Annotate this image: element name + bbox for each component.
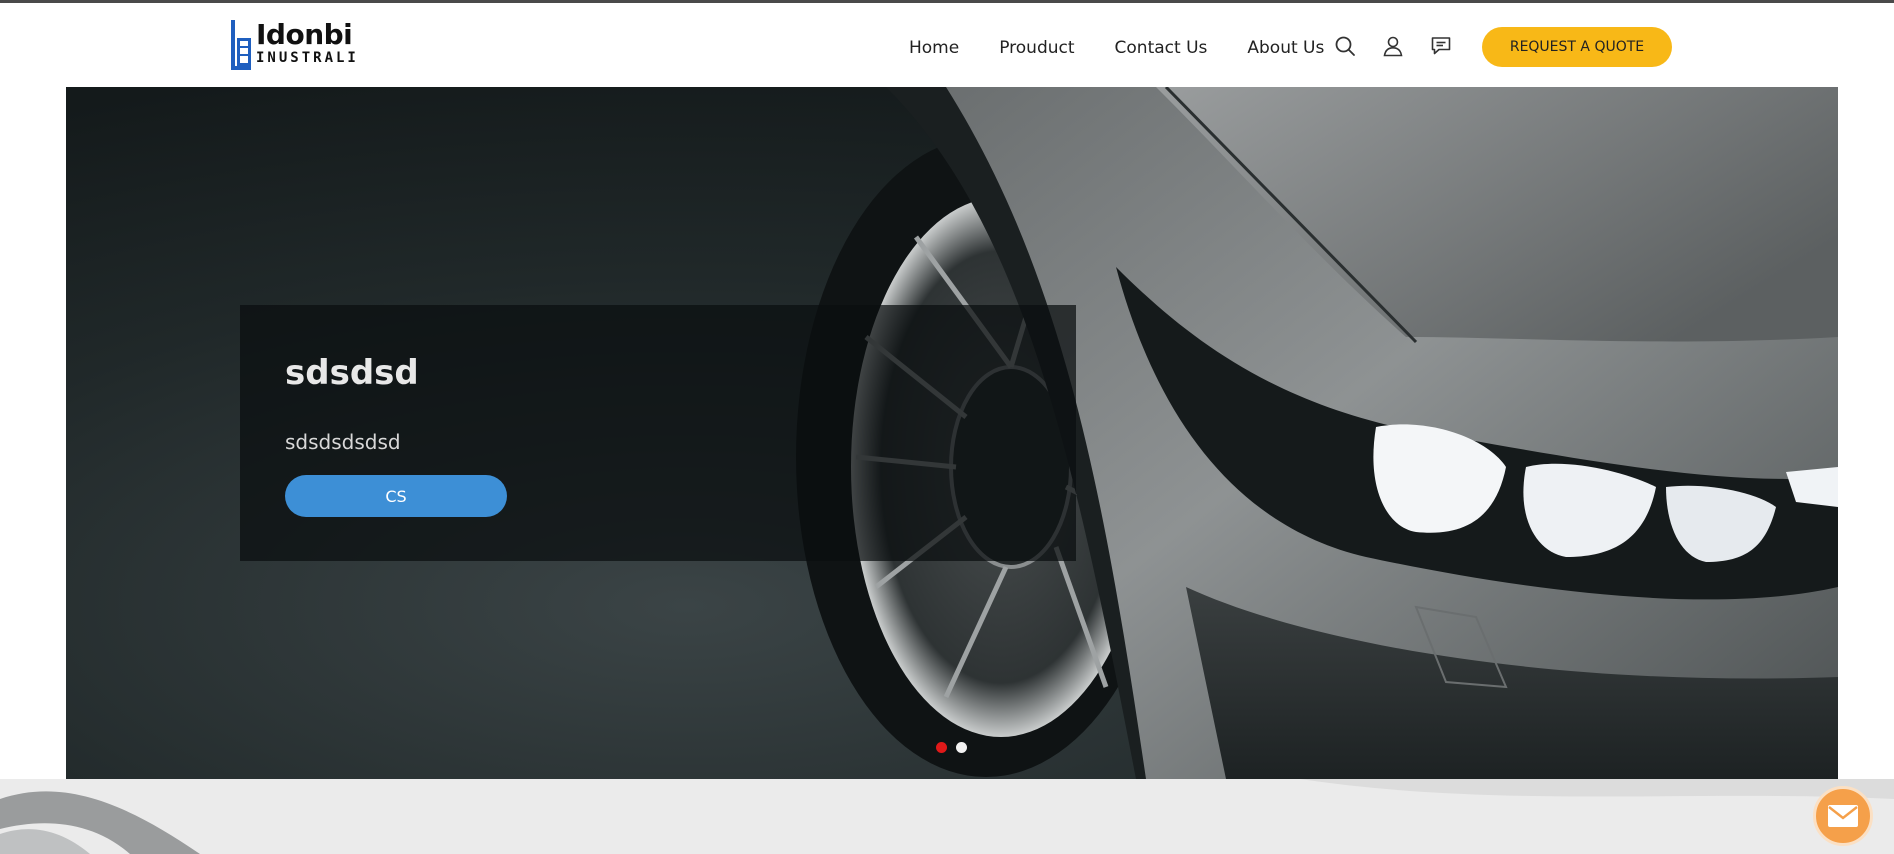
building-logo-icon [230, 20, 252, 70]
nav-about-us[interactable]: About Us [1247, 38, 1324, 58]
user-icon[interactable] [1381, 34, 1405, 58]
hero-slider: sdsdsd sdsdsdsdsd CS [66, 87, 1838, 779]
slider-dot-2[interactable] [956, 742, 967, 753]
slider-pagination [936, 742, 976, 753]
brand-logo[interactable]: Idonbi INUSTRALI [230, 20, 370, 72]
request-quote-button[interactable]: REQUEST A QUOTE [1482, 27, 1672, 67]
search-icon[interactable] [1333, 34, 1357, 58]
main-navigation: Home Prouduct Contact Us About Us [909, 34, 1324, 62]
hero-title: sdsdsd [285, 353, 419, 393]
brand-text: Idonbi INUSTRALI [256, 18, 359, 67]
mail-floating-button[interactable] [1813, 786, 1873, 846]
brand-subtitle: INUSTRALI [256, 50, 359, 66]
hero-text: sdsdsdsdsd [285, 430, 401, 454]
brand-name: Idonbi [256, 18, 353, 51]
hero-caption-box: sdsdsd sdsdsdsdsd CS [240, 305, 1076, 561]
site-header: Idonbi INUSTRALI Home Prouduct Contact U… [0, 3, 1894, 87]
hero-cta-button[interactable]: CS [285, 475, 507, 517]
next-section-background [0, 779, 1894, 854]
mail-icon [1828, 805, 1858, 827]
slider-dot-1[interactable] [936, 742, 947, 753]
nav-contact-us[interactable]: Contact Us [1115, 38, 1208, 58]
chat-icon[interactable] [1429, 34, 1453, 58]
nav-home[interactable]: Home [909, 38, 959, 58]
nav-product[interactable]: Prouduct [999, 38, 1074, 58]
